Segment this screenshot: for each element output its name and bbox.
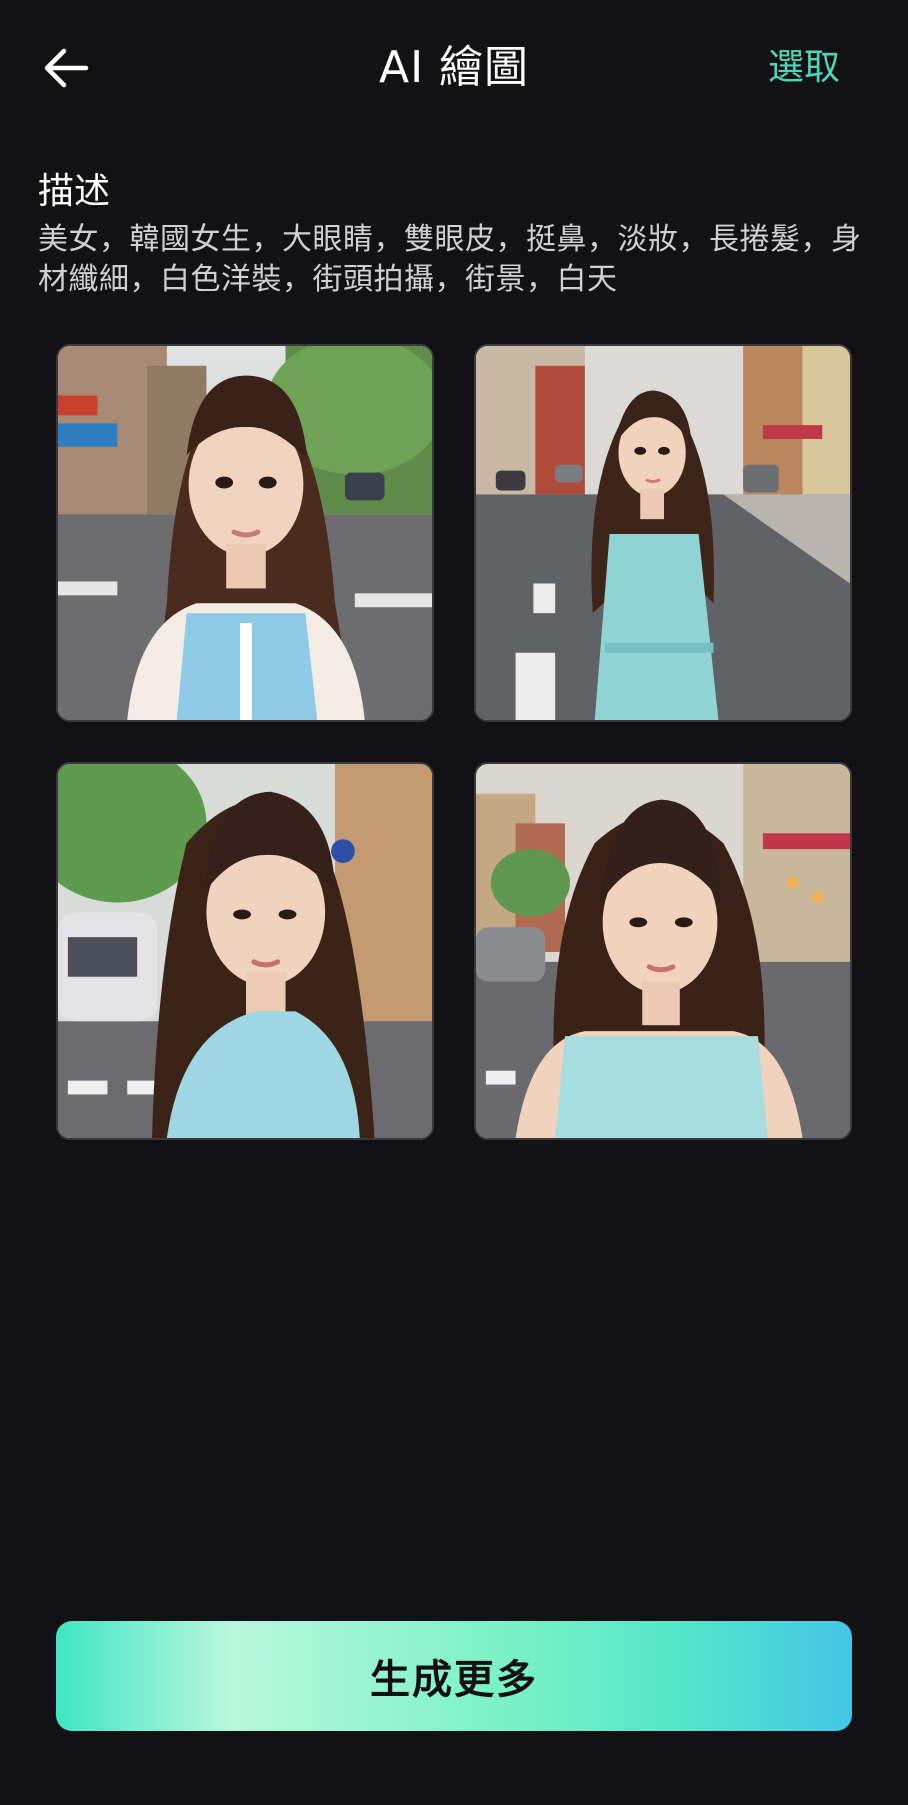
generated-image-4[interactable] <box>474 762 852 1140</box>
description-section: 描述 美女，韓國女生，大眼睛，雙眼皮，挺鼻，淡妝，長捲髮，身材纖細，白色洋裝，街… <box>38 166 878 300</box>
generate-more-label: 生成更多 <box>370 1657 538 1703</box>
portrait-image <box>58 346 432 720</box>
generate-more-button[interactable]: 生成更多 <box>56 1621 852 1731</box>
description-heading: 描述 <box>38 171 111 212</box>
portrait-image <box>58 764 432 1138</box>
image-grid <box>56 344 854 1142</box>
generated-image-3[interactable] <box>56 762 434 1140</box>
top-bar: AI 繪圖 選取 <box>0 0 908 136</box>
description-text: 美女，韓國女生，大眼睛，雙眼皮，挺鼻，淡妝，長捲髮，身材纖細，白色洋裝，街頭拍攝… <box>38 222 862 297</box>
portrait-image <box>476 346 850 720</box>
portrait-image <box>476 764 850 1138</box>
generated-image-1[interactable] <box>56 344 434 722</box>
select-button[interactable]: 選取 <box>768 42 840 94</box>
generated-image-2[interactable] <box>474 344 852 722</box>
